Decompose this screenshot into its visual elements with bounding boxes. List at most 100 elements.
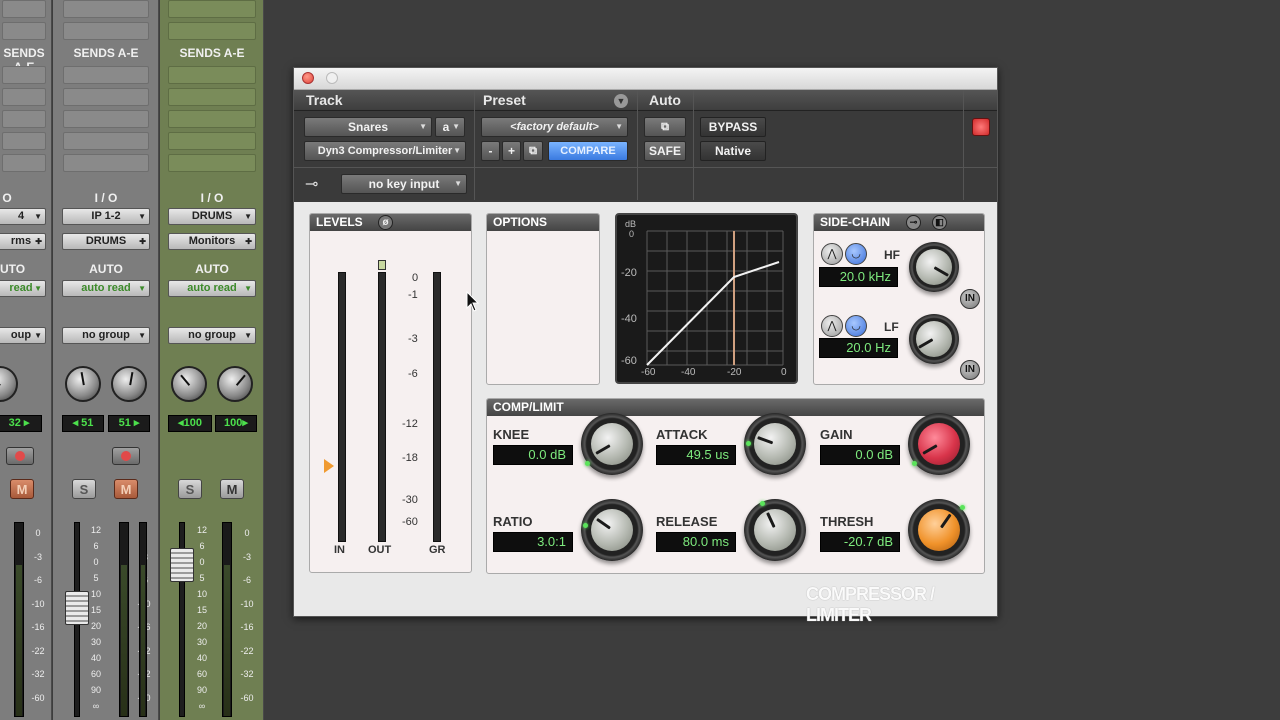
compare-button[interactable]: COMPARE	[548, 141, 628, 161]
bypass-button[interactable]: BYPASS	[700, 117, 766, 137]
send-slot[interactable]	[63, 154, 149, 172]
output-selector[interactable]: IP 1-2 ▼	[62, 208, 150, 225]
phase-invert-icon[interactable]: ø	[378, 215, 393, 230]
mute-button[interactable]: M	[10, 479, 34, 499]
release-label: RELEASE	[656, 514, 718, 529]
pan-knob[interactable]	[0, 366, 18, 402]
auto-mode-selector[interactable]: read ▼	[0, 280, 46, 297]
monitor-selector[interactable]: DRUMS ✚	[62, 233, 150, 250]
next-preset-button[interactable]: +	[502, 141, 521, 161]
key-input-selector[interactable]: no key input ▼	[341, 174, 467, 194]
send-slot[interactable]	[168, 66, 256, 84]
solo-button[interactable]: S	[72, 479, 96, 499]
solo-button[interactable]: S	[178, 479, 202, 499]
level-meter	[139, 522, 147, 717]
mute-button[interactable]: M	[220, 479, 244, 499]
copy-settings-icon[interactable]: ⧉	[523, 141, 543, 161]
group-selector[interactable]: no group ▼	[62, 327, 150, 344]
output-selector[interactable]: 4 ▼	[0, 208, 46, 225]
release-value-display[interactable]: 80.0 ms	[656, 532, 736, 552]
automation-window-icon[interactable]: ⧉	[644, 117, 686, 137]
volume-fader-cap[interactable]	[65, 591, 89, 625]
send-slot[interactable]	[2, 132, 46, 150]
threshold-marker-icon[interactable]	[324, 459, 334, 473]
send-slot[interactable]	[2, 154, 46, 172]
key-listen-icon[interactable]: ⊸	[906, 215, 921, 230]
send-slot[interactable]	[63, 66, 149, 84]
minimize-button[interactable]	[326, 72, 338, 84]
hf-filter-type-icon[interactable]: ⋀	[821, 243, 843, 265]
pan-left-readout: ◂100	[168, 415, 212, 432]
record-button[interactable]	[112, 447, 140, 465]
hf-value-display[interactable]: 20.0 kHz	[819, 267, 898, 287]
send-slot[interactable]	[2, 110, 46, 128]
knee-knob[interactable]	[581, 413, 643, 475]
auto-mode-label: auto read	[187, 282, 237, 294]
send-slot[interactable]	[168, 132, 256, 150]
out-meter-label: OUT	[368, 544, 392, 556]
insert-slot[interactable]	[63, 22, 149, 40]
insert-slot[interactable]	[2, 22, 46, 40]
preset-selector[interactable]: <factory default> ▼	[481, 117, 628, 137]
hf-enable-icon[interactable]: ◡	[845, 243, 867, 265]
sidechain-listen-icon[interactable]: ◧	[932, 215, 947, 230]
send-slot[interactable]	[2, 88, 46, 106]
thresh-value-display[interactable]: -20.7 dB	[820, 532, 900, 552]
release-knob[interactable]	[744, 499, 806, 561]
previous-preset-button[interactable]: -	[481, 141, 500, 161]
group-selector[interactable]: oup ▼	[0, 327, 46, 344]
send-slot[interactable]	[2, 66, 46, 84]
monitor-selector[interactable]: Monitors ✚	[168, 233, 256, 250]
window-titlebar[interactable]	[294, 68, 997, 90]
lf-knob[interactable]	[909, 314, 959, 364]
ratio-value-display[interactable]: 3.0:1	[493, 532, 573, 552]
safe-button[interactable]: SAFE	[644, 141, 686, 161]
auto-mode-selector[interactable]: auto read ▼	[62, 280, 150, 297]
channel-label: a	[442, 120, 450, 134]
pan-left-knob[interactable]	[65, 366, 101, 402]
auto-mode-selector[interactable]: auto read ▼	[168, 280, 256, 297]
plugin-name: Dyn3 Compressor/Limiter	[317, 145, 453, 157]
close-button[interactable]	[302, 72, 314, 84]
insert-slot[interactable]	[168, 22, 256, 40]
knee-value-display[interactable]: 0.0 dB	[493, 445, 573, 465]
ratio-label: RATIO	[493, 514, 533, 529]
output-selector[interactable]: DRUMS ▼	[168, 208, 256, 225]
pan-right-knob[interactable]	[217, 366, 253, 402]
insert-slot[interactable]	[168, 0, 256, 18]
attack-knob[interactable]	[744, 413, 806, 475]
insert-slot[interactable]	[63, 0, 149, 18]
send-slot[interactable]	[168, 88, 256, 106]
attack-value-display[interactable]: 49.5 us	[656, 445, 736, 465]
gain-value-display[interactable]: 0.0 dB	[820, 445, 900, 465]
hf-in-button[interactable]: IN	[960, 289, 980, 309]
group-selector[interactable]: no group ▼	[168, 327, 256, 344]
gain-knob[interactable]	[908, 413, 970, 475]
lf-filter-type-icon[interactable]: ⋀	[821, 315, 843, 337]
send-slot[interactable]	[168, 154, 256, 172]
key-input-label: no key input	[368, 177, 440, 191]
clip-indicator[interactable]	[972, 118, 990, 136]
monitor-selector[interactable]: rms ✚	[0, 233, 46, 250]
thresh-knob[interactable]	[908, 499, 970, 561]
volume-fader-cap[interactable]	[170, 548, 194, 582]
send-slot[interactable]	[63, 110, 149, 128]
pan-left-knob[interactable]	[171, 366, 207, 402]
send-slot[interactable]	[63, 88, 149, 106]
plugin-selector[interactable]: Dyn3 Compressor/Limiter ▼	[304, 141, 466, 161]
hf-knob[interactable]	[909, 242, 959, 292]
ratio-knob[interactable]	[581, 499, 643, 561]
track-channel-selector[interactable]: a ▼	[435, 117, 465, 137]
insert-slot[interactable]	[2, 0, 46, 18]
brand-label: COMPRESSOR / LIMITER	[806, 584, 935, 625]
send-slot[interactable]	[168, 110, 256, 128]
lf-enable-icon[interactable]: ◡	[845, 315, 867, 337]
lf-value-display[interactable]: 20.0 Hz	[819, 338, 898, 358]
preset-menu-icon[interactable]: ▼	[614, 94, 628, 108]
track-selector[interactable]: Snares ▼	[304, 117, 432, 137]
send-slot[interactable]	[63, 132, 149, 150]
pan-right-knob[interactable]	[111, 366, 147, 402]
lf-in-button[interactable]: IN	[960, 360, 980, 380]
mute-button[interactable]: M	[114, 479, 138, 499]
record-button[interactable]	[6, 447, 34, 465]
